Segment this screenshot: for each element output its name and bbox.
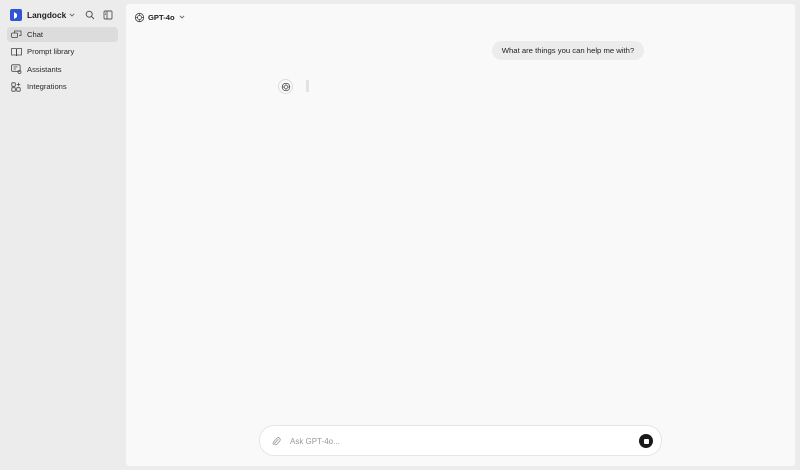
typing-indicator	[306, 80, 309, 92]
openai-icon	[134, 12, 145, 23]
openai-icon	[281, 82, 290, 91]
user-message: What are things you can help me with?	[492, 41, 644, 60]
sidebar-item-prompt-library[interactable]: Prompt library	[7, 44, 118, 59]
sidebar-item-label: Assistants	[27, 64, 62, 74]
chevron-down-icon	[69, 13, 75, 17]
chat-panel: GPT-4o What are things you can help me w…	[126, 4, 795, 466]
book-icon	[11, 46, 22, 57]
model-picker[interactable]: GPT-4o	[134, 10, 185, 24]
integrations-icon	[11, 81, 22, 92]
model-name: GPT-4o	[148, 12, 175, 22]
sidebar-nav: Chat Prompt library Assistants Integrati…	[7, 27, 118, 97]
assistant-icon	[11, 64, 22, 75]
sidebar-item-assistants[interactable]: Assistants	[7, 62, 118, 77]
chevron-down-icon	[179, 15, 185, 19]
assistant-avatar	[278, 79, 293, 94]
sidebar-item-label: Prompt library	[27, 47, 75, 57]
sidebar-item-label: Integrations	[27, 82, 67, 92]
stop-icon	[643, 438, 649, 444]
stop-generation-button[interactable]	[639, 434, 653, 448]
message-input[interactable]	[290, 433, 630, 449]
sidebar-toggle-icon[interactable]	[102, 9, 114, 21]
chat-icon	[11, 29, 22, 40]
brand-name: Langdock	[27, 10, 67, 20]
sidebar-item-chat[interactable]: Chat	[7, 27, 118, 42]
langdock-logo-icon	[10, 9, 22, 21]
search-icon[interactable]	[84, 9, 96, 21]
sidebar-item-label: Chat	[27, 30, 44, 39]
sidebar-item-integrations[interactable]: Integrations	[7, 79, 118, 94]
composer	[259, 425, 662, 456]
paperclip-icon[interactable]	[271, 435, 282, 447]
user-message-text: What are things you can help me with?	[501, 46, 635, 55]
brand-switcher[interactable]: Langdock	[10, 8, 118, 22]
sidebar: Langdock Chat Prompt library Assistants …	[0, 0, 126, 470]
